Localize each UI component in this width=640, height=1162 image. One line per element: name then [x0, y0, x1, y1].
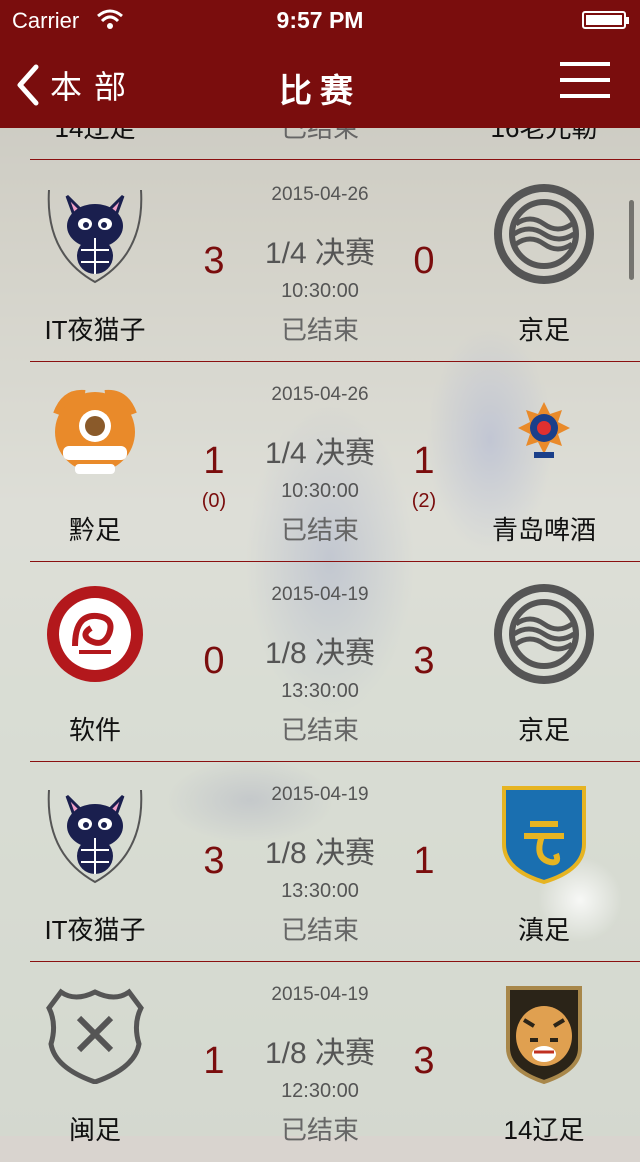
match-status: 已结束 — [280, 515, 359, 545]
page-title: 比赛 — [279, 72, 361, 109]
tiger-logo-icon — [506, 986, 582, 1084]
match-date: 2015-04-19 — [271, 584, 369, 605]
beer-logo-icon — [518, 402, 570, 458]
match-status: 已结束 — [280, 1115, 359, 1145]
match-list[interactable]: 14辽足 已结束 16老光勒 IT夜猫子 3 2015-04-26 1/4 决赛… — [0, 0, 640, 1145]
match-row[interactable]: 软件 0 2015-04-19 1/8 决赛 13:30:00 已结束 3 京足 — [0, 562, 640, 762]
menu-button[interactable] — [560, 62, 610, 102]
cat-logo-icon — [47, 789, 143, 884]
status-time: 9:57 PM — [276, 7, 364, 33]
match-status: 已结束 — [280, 915, 359, 945]
menu-line — [560, 94, 610, 98]
match-time: 13:30:00 — [281, 680, 359, 702]
menu-line — [560, 62, 610, 66]
match-row[interactable]: IT夜猫子 3 2015-04-26 1/4 决赛 10:30:00 已结束 0… — [0, 162, 640, 362]
match-row[interactable]: 黔足 1 (0) 2015-04-26 1/4 决赛 10:30:00 已结束 … — [0, 362, 640, 562]
row-divider — [30, 159, 640, 160]
match-row[interactable]: 闽足 1 2015-04-19 1/8 决赛 12:30:00 已结束 3 14… — [0, 962, 640, 1162]
away-team-name: 14辽足 — [503, 1115, 585, 1145]
match-status: 已结束 — [280, 715, 359, 745]
battery-icon — [582, 11, 629, 29]
match-status: 已结束 — [280, 315, 359, 345]
match-time: 13:30:00 — [281, 880, 359, 902]
match-time: 10:30:00 — [281, 280, 359, 302]
away-team-name: 京足 — [517, 315, 570, 345]
dian-logo-icon — [502, 786, 586, 884]
scrollbar[interactable] — [629, 200, 634, 280]
home-team-name: 闽足 — [68, 1115, 121, 1145]
away-score: 0 — [413, 240, 435, 282]
menu-line — [560, 78, 610, 82]
match-date: 2015-04-26 — [271, 184, 369, 205]
away-score: 3 — [413, 640, 435, 682]
home-team-name: 黔足 — [68, 515, 121, 545]
ring-logo-icon — [494, 184, 594, 284]
software-logo-icon — [47, 586, 143, 682]
home-team-name: 软件 — [68, 715, 121, 745]
match-time: 12:30:00 — [281, 1080, 359, 1102]
away-score: 1 — [413, 840, 435, 882]
nav-header: Carrier 9:57 PM 本部 比赛 — [0, 0, 640, 128]
home-team-name: IT夜猫子 — [44, 915, 146, 945]
match-date: 2015-04-19 — [271, 784, 369, 805]
qian-logo-icon — [53, 389, 137, 474]
away-score: 1 — [413, 440, 435, 482]
away-score: 3 — [413, 1040, 435, 1082]
match-time: 10:30:00 — [281, 480, 359, 502]
match-row[interactable]: IT夜猫子 3 2015-04-19 1/8 决赛 13:30:00 已结束 1… — [0, 762, 640, 962]
away-team-name: 滇足 — [517, 915, 570, 945]
away-team-name: 京足 — [517, 715, 570, 745]
home-team-name: IT夜猫子 — [44, 315, 146, 345]
ring-logo-icon — [494, 584, 594, 684]
match-date: 2015-04-19 — [271, 984, 369, 1005]
away-team-name: 青岛啤酒 — [491, 515, 596, 545]
cat-logo-icon — [47, 189, 143, 284]
match-date: 2015-04-26 — [271, 384, 369, 405]
status-bar: Carrier 9:57 PM — [0, 0, 640, 40]
placeholder-shield-icon — [46, 988, 144, 1084]
